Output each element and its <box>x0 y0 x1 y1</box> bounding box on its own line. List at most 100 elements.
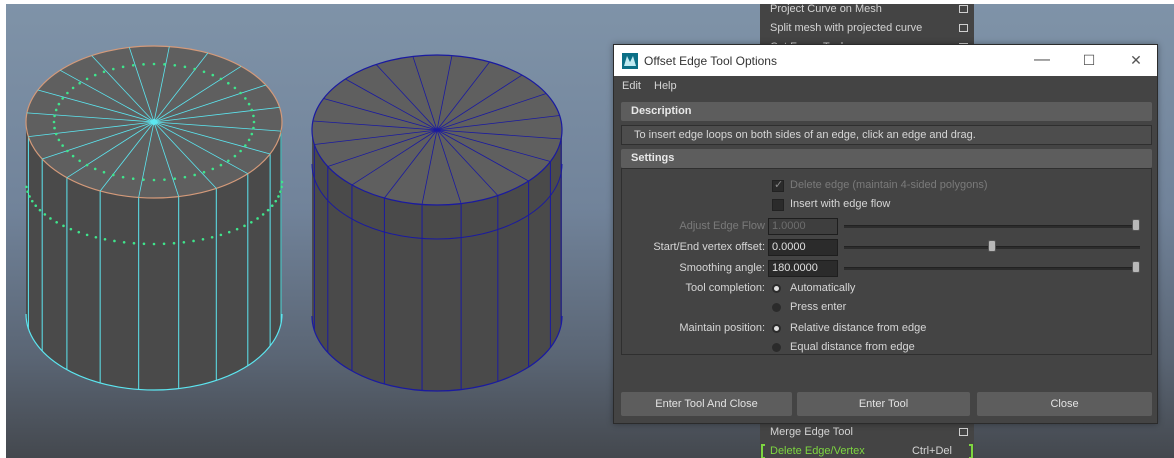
offset-edge-dot <box>71 86 75 90</box>
offset-edge-dot <box>26 190 29 193</box>
enter-tool-and-close-button[interactable]: Enter Tool And Close <box>621 392 792 416</box>
close-window-button[interactable]: ✕ <box>1125 49 1147 71</box>
menu-item-label: Split mesh with projected curve <box>770 22 923 34</box>
offset-edge-dot <box>252 126 255 130</box>
offset-edge-dot <box>131 177 135 181</box>
settings-header[interactable]: Settings <box>621 149 1152 168</box>
description-header[interactable]: Description <box>621 102 1152 121</box>
menu-item-label: Delete Edge/Vertex <box>770 445 865 457</box>
offset-edge-dot <box>219 233 223 237</box>
offset-edge-dot <box>131 63 135 67</box>
radio-relative-distance[interactable] <box>772 324 781 333</box>
offset-edge-dot <box>202 70 206 74</box>
highlight-bracket-left <box>761 444 765 458</box>
enter-tool-button[interactable]: Enter Tool <box>797 392 970 416</box>
offset-edge-dot <box>227 230 231 234</box>
offset-edge-dot <box>210 235 214 239</box>
radio-equal-distance[interactable] <box>772 343 781 352</box>
offset-edge-dot <box>152 178 156 182</box>
radio-automatically-label: Automatically <box>790 282 856 294</box>
offset-edge-dot <box>270 204 274 208</box>
offset-edge-dot <box>250 108 254 112</box>
offset-edge-dot <box>53 126 56 130</box>
minimize-button[interactable]: — <box>1031 49 1053 71</box>
offset-edge-dot <box>244 144 247 147</box>
option-box-icon[interactable] <box>959 5 968 13</box>
offset-edge-dot <box>102 170 106 174</box>
offset-edge-dot <box>113 239 116 243</box>
offset-edge-dot <box>142 178 145 181</box>
radio-equal-distance-label: Equal distance from edge <box>790 341 915 353</box>
offset-edge-dot <box>85 77 89 81</box>
adjust-edge-flow-field[interactable]: 1.0000 <box>768 218 838 235</box>
offset-edge-dot <box>252 120 256 124</box>
option-box-icon[interactable] <box>959 428 968 436</box>
offset-edge-dot <box>244 97 247 100</box>
menu-bar: Edit Help <box>614 76 1157 98</box>
menu-help[interactable]: Help <box>654 80 677 92</box>
radio-automatically[interactable] <box>772 284 781 293</box>
offset-edge-dot <box>49 217 52 220</box>
start-end-offset-label: Start/End vertex offset: <box>653 241 765 253</box>
offset-edge-dot <box>183 65 187 69</box>
offset-edge-dot <box>247 102 251 106</box>
offset-edge-dot <box>211 73 215 77</box>
start-end-offset-slider-handle[interactable] <box>988 240 996 252</box>
offset-edge-dot <box>66 91 69 95</box>
menu-edit[interactable]: Edit <box>622 80 641 92</box>
offset-edge-dot <box>71 154 75 158</box>
menu-item-project-curve[interactable]: Project Curve on Mesh <box>760 4 974 19</box>
offset-edge-dot <box>112 67 115 71</box>
maximize-button[interactable]: ☐ <box>1078 49 1100 71</box>
description-text: To insert edge loops on both sides of an… <box>621 125 1152 145</box>
start-end-offset-field[interactable]: 0.0000 <box>768 239 838 256</box>
offset-edge-dot <box>193 67 196 71</box>
menu-item-split-mesh[interactable]: Split mesh with projected curve <box>760 19 974 38</box>
offset-edge-dot <box>211 167 215 171</box>
offset-edge-dot <box>193 173 196 177</box>
adjust-edge-flow-slider[interactable] <box>844 225 1140 228</box>
offset-edge-dot <box>28 195 31 198</box>
close-button[interactable]: Close <box>977 392 1152 416</box>
offset-edge-dot <box>252 114 255 118</box>
offset-edge-dot <box>77 230 81 234</box>
radio-press-enter-label: Press enter <box>790 301 847 313</box>
menu-item-delete-edge-vertex[interactable]: Delete Edge/Vertex Ctrl+Del <box>760 442 974 458</box>
offset-edge-dot <box>183 175 187 179</box>
option-box-icon[interactable] <box>959 24 968 32</box>
offset-edge-dot <box>277 195 280 198</box>
radio-press-enter[interactable] <box>772 303 781 312</box>
menu-item-merge-edge[interactable]: Merge Edge Tool <box>760 423 974 442</box>
offset-edge-dot <box>152 62 156 66</box>
offset-edge-dot <box>78 159 81 163</box>
window-title: Offset Edge Tool Options <box>644 54 777 68</box>
offset-edge-dot <box>57 102 61 106</box>
delete-edge-checkbox[interactable] <box>772 178 784 192</box>
offset-edge-dot <box>85 163 89 167</box>
offset-edge-dot <box>102 70 106 74</box>
title-bar[interactable]: Offset Edge Tool Options — ☐ ✕ <box>614 45 1157 76</box>
smoothing-angle-field[interactable]: 180.0000 <box>768 260 838 277</box>
offset-edge-dot <box>279 190 282 193</box>
offset-edge-dot <box>233 154 237 158</box>
offset-edge-tool-options-dialog: Offset Edge Tool Options — ☐ ✕ Edit Help… <box>613 44 1158 424</box>
offset-edge-dot <box>173 177 177 181</box>
adjust-edge-flow-slider-handle[interactable] <box>1132 219 1140 231</box>
maintain-position-label: Maintain position: <box>679 322 765 334</box>
offset-edge-dot <box>121 65 125 69</box>
insert-edge-flow-checkbox[interactable] <box>772 199 784 211</box>
center-vertex <box>151 119 157 125</box>
smoothing-angle-slider-handle[interactable] <box>1132 261 1140 273</box>
offset-edge-dot <box>66 149 69 153</box>
offset-edge-dot <box>274 199 278 203</box>
offset-edge-dot <box>61 97 64 100</box>
offset-edge-dot <box>34 204 38 208</box>
smoothing-angle-slider[interactable] <box>844 267 1140 270</box>
offset-edge-dot <box>173 63 177 67</box>
background-menu-top: Project Curve on Mesh Split mesh with pr… <box>760 4 974 53</box>
offset-edge-dot <box>172 241 176 245</box>
menu-item-shortcut: Ctrl+Del <box>911 445 952 457</box>
offset-edge-dot <box>103 237 107 241</box>
offset-edge-dot <box>142 242 146 246</box>
offset-edge-dot <box>192 239 195 243</box>
